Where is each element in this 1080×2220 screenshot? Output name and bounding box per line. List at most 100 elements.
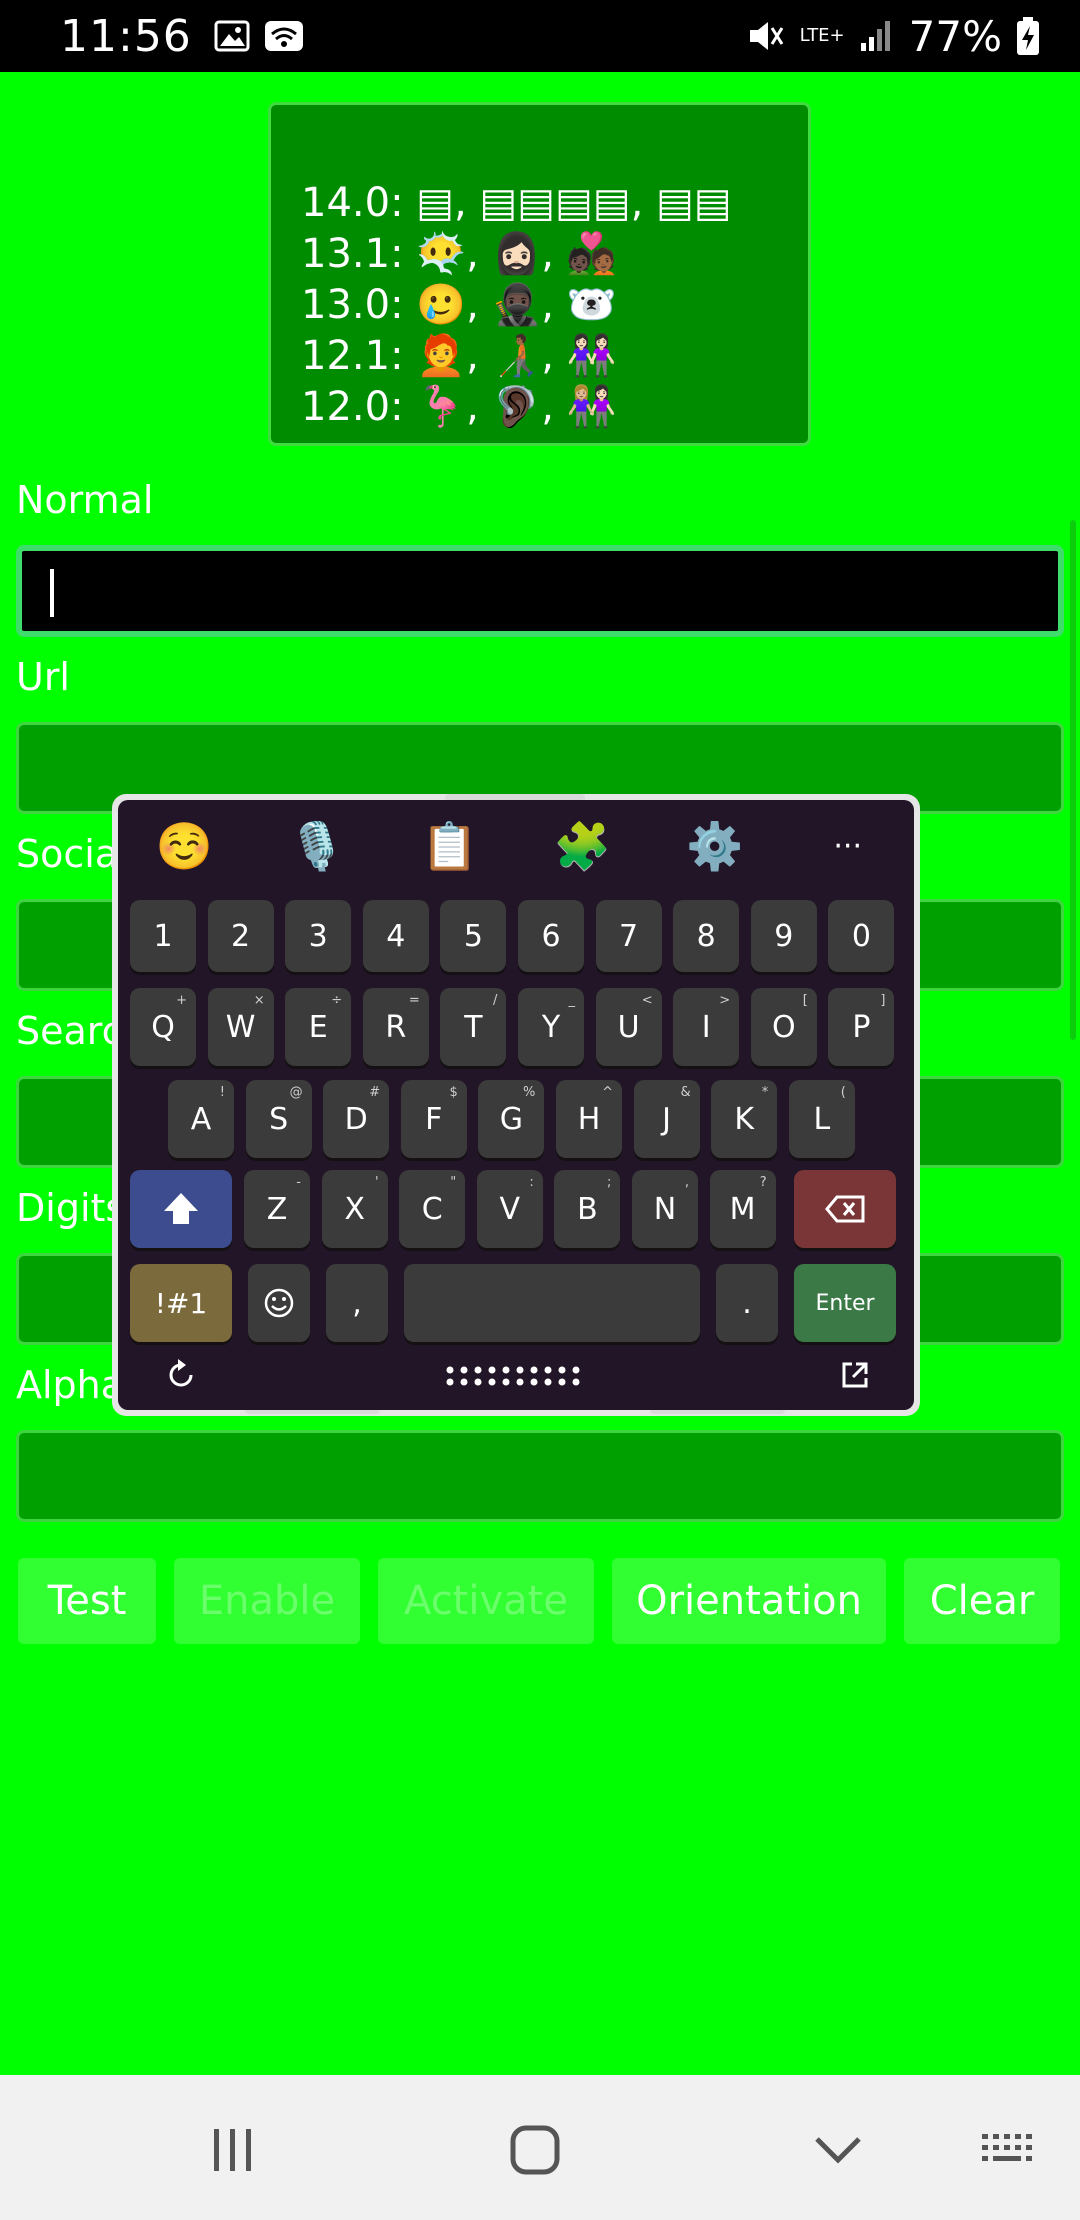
key-k[interactable]: K * [711, 1080, 778, 1158]
keyboard-bottom-bar [118, 1340, 914, 1410]
alpha-input[interactable] [16, 1430, 1064, 1522]
key-hint: × [253, 993, 265, 1008]
key-label: 2 [231, 918, 251, 954]
key-t[interactable]: T / [440, 988, 507, 1066]
expand-window-icon[interactable] [840, 1360, 870, 1390]
enter-key[interactable]: Enter [794, 1264, 896, 1342]
key-label: 8 [696, 918, 716, 954]
key-label: 9 [774, 918, 794, 954]
period-key[interactable]: . [716, 1264, 778, 1342]
key-n[interactable]: N, [632, 1170, 698, 1248]
key-h[interactable]: H ^ [556, 1080, 622, 1158]
signal-icon [860, 21, 890, 51]
key-hint: $ [449, 1085, 458, 1100]
key-label: M [729, 1191, 756, 1227]
key-2[interactable]: 2 [207, 900, 274, 972]
key-label: W [225, 1009, 256, 1045]
refresh-icon[interactable] [164, 1358, 198, 1392]
key-9[interactable]: 9 [750, 900, 817, 972]
battery-percent: 77% [908, 11, 1002, 61]
clipboard-icon[interactable]: 📋 [383, 800, 516, 892]
key-label: K [734, 1101, 755, 1137]
key-5[interactable]: 5 [440, 900, 507, 972]
gear-icon[interactable]: ⚙️ [649, 800, 782, 892]
key-p[interactable]: P] [828, 988, 895, 1066]
keyboard-switch-icon[interactable] [970, 2115, 1050, 2185]
key-u[interactable]: U < [595, 988, 662, 1066]
key-label: N [653, 1191, 677, 1227]
key-6[interactable]: 6 [518, 900, 584, 972]
key-label: O [771, 1009, 796, 1045]
more-icon[interactable]: ··· [781, 800, 914, 892]
orientation-button[interactable]: Orientation [612, 1558, 886, 1644]
key-label: V [499, 1191, 521, 1227]
key-1[interactable]: 1 [130, 900, 196, 972]
key-hint: ( [840, 1085, 846, 1100]
key-hint: < [641, 993, 653, 1008]
microphone-icon[interactable]: 🎙️ [251, 800, 384, 892]
key-label: X [344, 1191, 365, 1227]
key-4[interactable]: 4 [362, 900, 429, 972]
key-label: S [269, 1101, 289, 1137]
key-c[interactable]: C " [399, 1170, 466, 1248]
key-w[interactable]: W × [207, 988, 274, 1066]
recent-apps-icon[interactable] [193, 2115, 273, 2185]
shift-arrow-icon [164, 1193, 198, 1224]
activate-button[interactable]: Activate [378, 1558, 594, 1644]
normal-input[interactable] [16, 545, 1064, 637]
backspace-icon [825, 1195, 865, 1223]
key-m[interactable]: M? [709, 1170, 776, 1248]
clear-button[interactable]: Clear [904, 1558, 1060, 1644]
key-z[interactable]: Z- [244, 1170, 310, 1248]
hide-keyboard-icon[interactable] [798, 2115, 878, 2185]
drag-grip-icon[interactable] [444, 1364, 584, 1388]
key-i[interactable]: I > [673, 988, 740, 1066]
mute-icon [749, 22, 783, 50]
key-g[interactable]: G% [478, 1080, 545, 1158]
symbols-key[interactable]: !#1 [130, 1264, 232, 1342]
key-e[interactable]: E ÷ [285, 988, 352, 1066]
key-r[interactable]: R = [362, 988, 429, 1066]
key-7[interactable]: 7 [595, 900, 662, 972]
key-0[interactable]: 0 [828, 900, 895, 972]
key-3[interactable]: 3 [285, 900, 352, 972]
key-label: 3 [308, 918, 328, 954]
emoji-key[interactable] [248, 1264, 310, 1342]
scrollbar[interactable] [1070, 520, 1076, 1040]
key-x[interactable]: X ' [321, 1170, 388, 1248]
key-o[interactable]: O[ [750, 988, 817, 1066]
key-l[interactable]: L( [788, 1080, 855, 1158]
emoji-line-14-0: 14.0: ▤, ▤▤▤▤, ▤▤ [301, 179, 732, 226]
test-button[interactable]: Test [18, 1558, 156, 1644]
key-label: P [852, 1009, 871, 1045]
key-hint: ' [375, 1175, 379, 1190]
key-8[interactable]: 8 [673, 900, 740, 972]
key-v[interactable]: V: [476, 1170, 543, 1248]
key-s[interactable]: S @ [245, 1080, 312, 1158]
key-label: Z [266, 1191, 288, 1227]
backspace-key[interactable] [794, 1170, 896, 1248]
emoji-line-12-0: 12.0: 🦩, 🦻🏿, 👩🏼‍🤝‍👩🏻 [301, 383, 617, 431]
floating-keyboard: ☺️ 🎙️ 📋 🧩 ⚙️ ··· 1234567890 Q + W × E ÷ R = T / Y _… [118, 800, 914, 1410]
enable-button[interactable]: Enable [174, 1558, 360, 1644]
key-a[interactable]: A! [168, 1080, 234, 1158]
home-icon[interactable] [495, 2115, 575, 2185]
key-d[interactable]: D # [323, 1080, 390, 1158]
comma-key[interactable]: , [326, 1264, 388, 1342]
normal-label: Normal [16, 478, 154, 522]
emoji-toolbar-icon[interactable]: ☺️ [118, 800, 251, 892]
puzzle-icon[interactable]: 🧩 [516, 800, 649, 892]
key-f[interactable]: F $ [400, 1080, 467, 1158]
key-hint: ÷ [331, 993, 343, 1008]
key-b[interactable]: B; [554, 1170, 621, 1248]
space-key[interactable] [404, 1264, 700, 1342]
wifi-icon [264, 21, 303, 51]
key-q[interactable]: Q + [130, 988, 196, 1066]
shift-key[interactable] [130, 1170, 232, 1248]
keyboard-toolbar: ☺️ 🎙️ 📋 🧩 ⚙️ ··· [118, 800, 914, 892]
key-label: 6 [541, 918, 561, 954]
key-label: I [701, 1009, 711, 1045]
key-j[interactable]: J & [633, 1080, 700, 1158]
key-hint: " [450, 1175, 457, 1190]
key-y[interactable]: Y _ [518, 988, 584, 1066]
